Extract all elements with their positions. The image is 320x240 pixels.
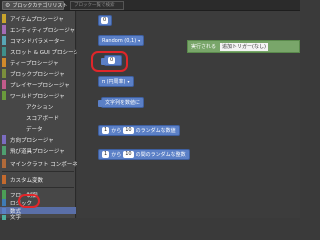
divider — [2, 187, 74, 188]
sidebar-item-label: アイテムプロシージャ — [10, 16, 64, 23]
sidebar-item-block-procedures[interactable]: ブロックプロシージャ — [0, 68, 76, 79]
category-swatch — [2, 36, 6, 45]
number-field[interactable]: 0 — [101, 17, 109, 24]
blocks-workspace: 0 Random (0,1) ▾ 0 π (円周率) ▾ 文字列を数値に 1 か… — [77, 11, 300, 218]
sidebar-item-label: データ — [26, 126, 43, 133]
sidebar-item-entity-procedures[interactable]: エンティティプロシージャ — [0, 24, 76, 35]
sidebar-item-label: アクション — [26, 104, 54, 111]
random-float-label: の間のランダムな整数 — [135, 152, 186, 158]
sidebar-item-label: ティープロシージャ — [10, 60, 59, 67]
highlight-ring — [18, 194, 40, 208]
category-dropdown[interactable]: ⚙ ブロックカテゴリリスト — [2, 1, 68, 10]
sidebar-item-label: ブロックプロシージャ — [10, 71, 65, 78]
sidebar-item-scoreboard[interactable]: スコアボード — [0, 112, 76, 123]
category-swatch — [2, 69, 6, 78]
to-number-label: 文字列を数値に — [105, 100, 141, 106]
sidebar-item-direction-procedures[interactable]: 方向プロシージャ — [0, 134, 76, 145]
category-swatch — [2, 25, 6, 34]
category-swatch — [2, 14, 6, 23]
category-swatch — [2, 80, 6, 89]
sidebar-item-custom-variables[interactable]: カスタム変数 — [0, 174, 76, 185]
to-field[interactable]: 10 — [123, 127, 134, 134]
sidebar-item-world-procedures[interactable]: ワールドプロシージャ — [0, 90, 76, 101]
block-notch — [98, 100, 102, 107]
sidebar-item-minecraft-components[interactable]: マインクラフト コンポーネント — [0, 158, 89, 169]
category-swatch — [2, 47, 6, 56]
sidebar-item-label: スロット & GUI プロシージャ — [10, 49, 85, 56]
category-dropdown-label: ブロックカテゴリリスト — [12, 3, 68, 9]
random-float-block[interactable]: 1 から 10 の間のランダムな整数 — [98, 149, 190, 160]
event-trigger-block[interactable]: 実行される 追加トリガー(なし) — [187, 40, 300, 53]
category-swatch — [2, 175, 6, 184]
category-swatch — [2, 91, 6, 100]
divider — [2, 171, 74, 172]
from-field[interactable]: 1 — [102, 151, 110, 158]
from-field[interactable]: 1 — [102, 127, 110, 134]
number-block[interactable]: 0 — [98, 15, 112, 26]
to-field[interactable]: 10 — [123, 151, 134, 158]
trigger-field[interactable]: 追加トリガー(なし) — [220, 42, 268, 51]
sidebar-item-label: ワールドプロシージャ — [10, 93, 65, 100]
sidebar-item-slot-gui-procedures[interactable]: スロット & GUI プロシージャ — [0, 46, 84, 57]
search-input[interactable]: ブロック一覧で検索 — [70, 1, 124, 10]
to-word: から — [111, 128, 122, 134]
highlight-ring — [91, 51, 128, 72]
constant-block[interactable]: π (円周率) ▾ — [98, 76, 134, 87]
sidebar-item-label: 方向プロシージャ — [10, 137, 54, 144]
random-block[interactable]: Random (0,1) ▾ — [98, 35, 145, 46]
sidebar-item-label: コマンドパラメーター — [10, 38, 65, 45]
sidebar-item-projectile-procedures[interactable]: 飛び道具プロシージャ — [0, 145, 76, 156]
sidebar-item-action[interactable]: アクション — [0, 101, 76, 112]
category-sidebar: アイテムプロシージャ エンティティプロシージャ コマンドパラメーター スロット … — [0, 11, 89, 221]
chevron-down-icon: ▾ — [127, 79, 130, 84]
string-to-number-block[interactable]: 文字列を数値に — [98, 97, 145, 108]
random-block-label: Random (0,1) — [102, 37, 137, 44]
gear-icon: ⚙ — [5, 2, 11, 9]
category-swatch — [2, 207, 6, 214]
sidebar-item-label: 文字 — [10, 215, 22, 221]
sidebar-item-tea-procedures[interactable]: ティープロシージャ — [0, 57, 76, 68]
category-swatch — [2, 199, 6, 206]
sidebar-item-label: プレイヤープロシージャ — [10, 82, 70, 89]
category-swatch — [2, 214, 6, 220]
constant-label: π (円周率) — [102, 79, 126, 85]
top-toolbar: ⚙ ブロックカテゴリリスト ブロック一覧で検索 — [0, 0, 300, 11]
category-swatch — [2, 135, 6, 144]
sidebar-item-player-procedures[interactable]: プレイヤープロシージャ — [0, 79, 76, 90]
sidebar-item-data[interactable]: データ — [0, 123, 76, 134]
event-label: 実行される — [191, 44, 217, 50]
sidebar-item-label: スコアボード — [26, 115, 60, 122]
category-swatch — [2, 159, 6, 168]
sidebar-item-label: 飛び道具プロシージャ — [10, 148, 65, 155]
sidebar-item-label: エンティティプロシージャ — [10, 27, 75, 34]
sidebar-item-text[interactable]: 文字 — [0, 214, 76, 221]
chevron-down-icon: ▾ — [138, 38, 141, 43]
to-word: から — [111, 152, 122, 158]
sidebar-item-command-parameters[interactable]: コマンドパラメーター — [0, 35, 76, 46]
random-int-label: のランダムな数値 — [135, 128, 176, 134]
category-swatch — [2, 146, 6, 155]
category-swatch — [2, 58, 6, 67]
sidebar-item-item-procedures[interactable]: アイテムプロシージャ — [0, 13, 76, 24]
random-int-block[interactable]: 1 から 10 のランダムな数値 — [98, 125, 180, 136]
sidebar-item-label: カスタム変数 — [10, 177, 44, 184]
